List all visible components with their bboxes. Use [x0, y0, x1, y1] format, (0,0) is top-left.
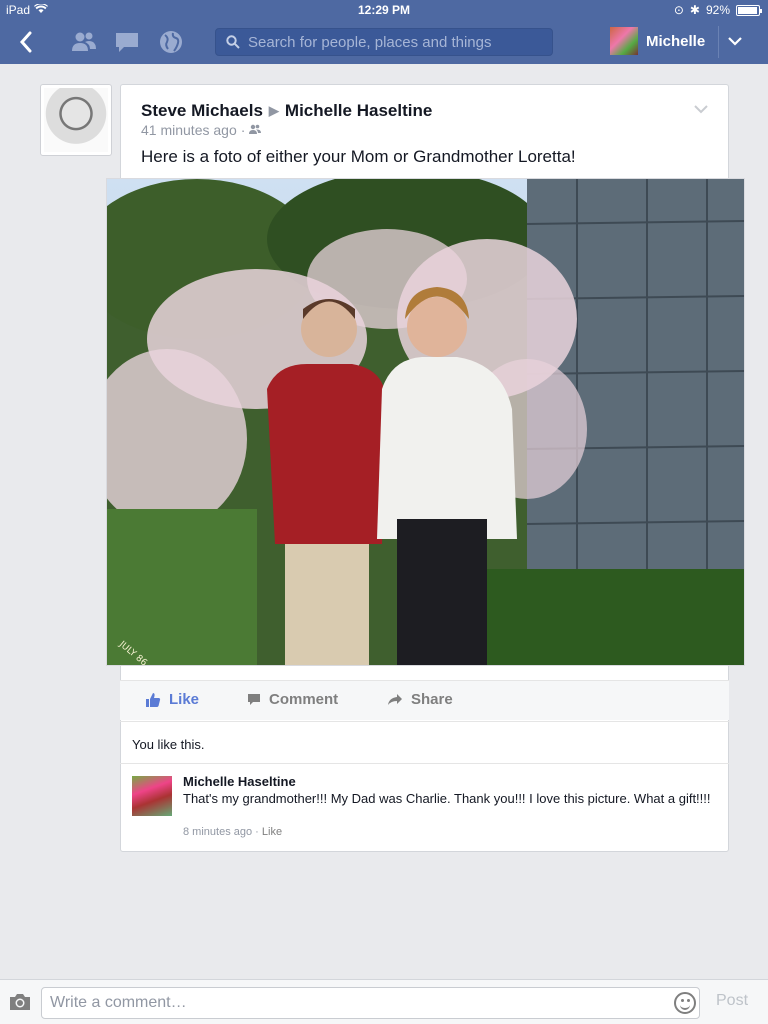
user-avatar	[610, 27, 638, 55]
friends-audience-icon	[249, 124, 262, 137]
share-arrow-icon	[388, 694, 402, 705]
comment-item: Michelle Haseltine That's my grandmother…	[120, 763, 729, 852]
arrow-right-icon: ▶	[268, 103, 279, 118]
top-bar: iPad 12:29 PM ⊙ ✱ 92% Search for people,…	[0, 0, 768, 64]
commenter-name[interactable]: Michelle Haseltine	[183, 774, 296, 789]
post-meta: 41 minutes ago ·	[141, 122, 262, 138]
camera-icon[interactable]	[8, 992, 32, 1012]
post-options-chevron-icon[interactable]	[694, 101, 708, 117]
post-text: Here is a foto of either your Mom or Gra…	[141, 147, 576, 166]
notifications-globe-icon[interactable]	[157, 28, 185, 56]
back-icon[interactable]	[12, 28, 40, 56]
post-recipient-link[interactable]: Michelle Haseltine	[285, 101, 432, 121]
messages-icon[interactable]	[113, 28, 141, 56]
comment-separator: ·	[255, 826, 259, 838]
comment-timestamp: 8 minutes ago	[183, 826, 253, 838]
post-actions: Like Comment Share	[120, 680, 729, 720]
rotation-lock-icon: ⊙	[673, 3, 684, 17]
likes-summary[interactable]: You like this.	[120, 721, 729, 764]
comment-label: Comment	[269, 691, 339, 708]
user-name: Michelle	[646, 32, 706, 50]
battery-icon	[736, 4, 762, 16]
chevron-down-icon[interactable]	[728, 30, 742, 51]
post-photo[interactable]: JULY 86	[106, 178, 745, 666]
comment-meta: 8 minutes ago · Like	[183, 826, 282, 838]
search-input[interactable]	[248, 33, 538, 51]
nav-divider	[718, 26, 719, 58]
comment-bubble-icon	[248, 694, 260, 705]
comment-composer: Post	[0, 979, 768, 1024]
battery-percent: 92%	[705, 3, 730, 17]
comment-text: That's my grandmother!!! My Dad was Char…	[183, 791, 711, 806]
clock: 12:29 PM	[357, 3, 411, 17]
search-bar[interactable]	[215, 28, 553, 56]
status-bar: iPad 12:29 PM ⊙ ✱ 92%	[0, 0, 768, 20]
thumbs-up-icon	[146, 692, 161, 707]
nav-row: Michelle	[0, 20, 768, 64]
share-button[interactable]: Share	[387, 691, 453, 708]
comment-like-link[interactable]: Like	[262, 826, 282, 838]
like-label: Like	[169, 691, 200, 708]
post-timestamp[interactable]: 41 minutes ago	[141, 122, 237, 138]
share-label: Share	[411, 691, 453, 708]
search-icon	[226, 35, 240, 49]
post-author-link[interactable]: Steve Michaels	[141, 101, 263, 121]
commenter-avatar[interactable]	[132, 776, 172, 816]
emoji-smile-icon[interactable]	[674, 992, 696, 1014]
comment-input[interactable]	[41, 987, 700, 1019]
author-photo	[44, 88, 108, 152]
profile-shortcut[interactable]: Michelle	[610, 27, 705, 55]
friends-icon[interactable]	[70, 28, 98, 56]
bluetooth-icon: ✱	[689, 3, 700, 17]
author-avatar[interactable]	[40, 84, 112, 156]
post-button[interactable]: Post	[716, 992, 748, 1010]
comment-button[interactable]: Comment	[247, 691, 338, 708]
post-header: Steve Michaels ▶ Michelle Haseltine	[141, 101, 432, 121]
meta-separator: ·	[240, 122, 246, 138]
like-button[interactable]: Like	[145, 691, 199, 708]
